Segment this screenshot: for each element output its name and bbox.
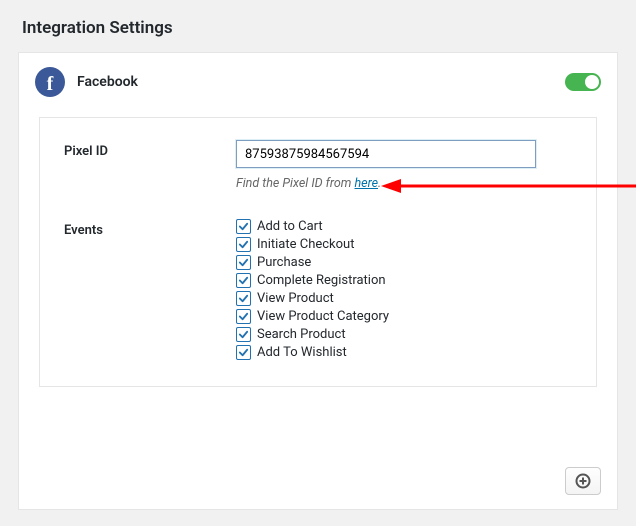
check-icon [238,329,249,340]
event-item: Complete Registration [236,273,572,288]
facebook-icon: f [35,67,65,97]
pixel-id-hint-link[interactable]: here [354,176,378,191]
pixel-id-hint: Find the Pixel ID from here. [236,176,572,191]
event-item: Search Product [236,327,572,342]
event-checkbox[interactable] [236,291,251,306]
event-label: Complete Registration [257,273,386,288]
event-label: View Product Category [257,309,389,324]
check-icon [238,239,249,250]
event-checkbox[interactable] [236,345,251,360]
add-integration-button[interactable] [565,467,601,495]
card-header: f Facebook [35,67,601,97]
event-checkbox[interactable] [236,273,251,288]
integration-card: f Facebook Pixel ID Find the Pixel ID fr… [18,52,618,510]
event-label: Search Product [257,327,346,342]
check-icon [238,293,249,304]
event-item: Purchase [236,255,572,270]
pixel-id-input[interactable] [236,140,536,168]
check-icon [238,257,249,268]
integration-toggle[interactable] [565,73,601,91]
check-icon [238,275,249,286]
event-label: Add to Cart [257,219,323,234]
event-item: View Product [236,291,572,306]
integration-name: Facebook [77,74,138,90]
event-item: View Product Category [236,309,572,324]
event-item: Add to Cart [236,219,572,234]
event-checkbox[interactable] [236,219,251,234]
pixel-id-label: Pixel ID [64,140,236,159]
check-icon [238,347,249,358]
check-icon [238,311,249,322]
event-checkbox[interactable] [236,237,251,252]
events-label: Events [64,219,236,238]
plus-circle-icon [575,473,591,489]
event-label: Add To Wishlist [257,345,347,360]
event-item: Initiate Checkout [236,237,572,252]
settings-panel: Pixel ID Find the Pixel ID from here. Ev… [39,117,597,387]
event-label: View Product [257,291,334,306]
events-list: Add to Cart Initiate Checkout Purchase Comp… [236,219,572,360]
event-label: Initiate Checkout [257,237,354,252]
event-checkbox[interactable] [236,309,251,324]
event-checkbox[interactable] [236,327,251,342]
event-label: Purchase [257,255,311,270]
event-checkbox[interactable] [236,255,251,270]
event-item: Add To Wishlist [236,345,572,360]
check-icon [238,221,249,232]
page-title: Integration Settings [22,18,618,38]
